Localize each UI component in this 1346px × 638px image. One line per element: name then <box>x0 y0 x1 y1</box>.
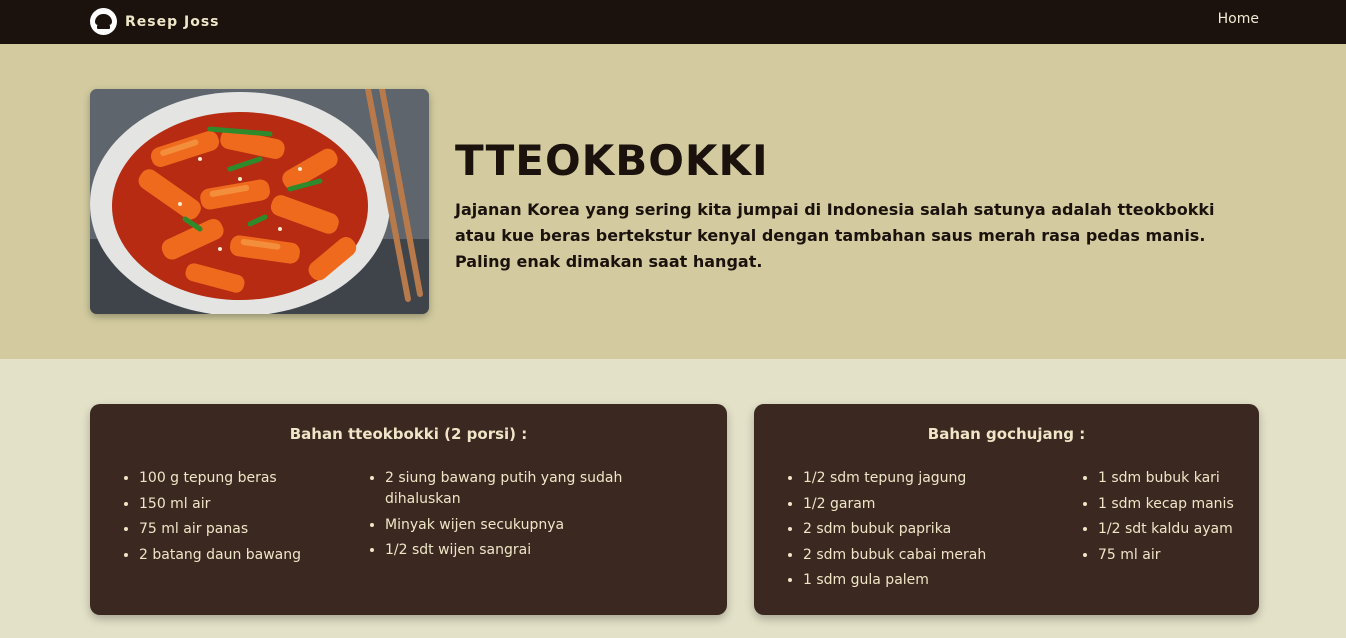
navbar: Resep Joss Home <box>0 0 1346 44</box>
card-title: Bahan gochujang : <box>927 425 1086 443</box>
ingredients-card-gochujang: Bahan gochujang : 1/2 sdm tepung jagung … <box>754 404 1259 615</box>
list-item: 2 sdm bubuk cabai merah <box>803 545 1073 566</box>
list-item: 1/2 sdt wijen sangrai <box>385 540 685 561</box>
list-item: 1 sdm kecap manis <box>1098 494 1268 515</box>
list-item: 1 sdm bubuk kari <box>1098 468 1268 489</box>
list-item: 2 sdm bubuk paprika <box>803 519 1073 540</box>
ingredient-list: 2 siung bawang putih yang sudah dihalusk… <box>385 468 685 566</box>
ingredient-list: 1/2 sdm tepung jagung 1/2 garam 2 sdm bu… <box>803 468 1073 596</box>
list-item: 100 g tepung beras <box>139 468 364 489</box>
list-item: 75 ml air panas <box>139 519 364 540</box>
brand-name[interactable]: Resep Joss <box>125 14 220 30</box>
list-item: 2 batang daun bawang <box>139 545 364 566</box>
list-item: 1 sdm gula palem <box>803 570 1073 591</box>
ingredients-card-tteokbokki: Bahan tteokbokki (2 porsi) : 100 g tepun… <box>90 404 727 615</box>
chef-hat-icon <box>90 8 117 35</box>
nav-link-home[interactable]: Home <box>1218 11 1259 27</box>
brand[interactable]: Resep Joss <box>90 8 220 35</box>
card-title: Bahan tteokbokki (2 porsi) : <box>289 425 528 443</box>
list-item: 1/2 garam <box>803 494 1073 515</box>
list-item: 2 siung bawang putih yang sudah dihalusk… <box>385 468 685 510</box>
list-item: 1/2 sdt kaldu ayam <box>1098 519 1268 540</box>
hero-section: TTEOKBOKKI Jajanan Korea yang sering kit… <box>0 44 1346 359</box>
tteokbokki-photo <box>90 89 429 314</box>
ingredient-list: 1 sdm bubuk kari 1 sdm kecap manis 1/2 s… <box>1098 468 1268 570</box>
ingredient-list: 100 g tepung beras 150 ml air 75 ml air … <box>139 468 364 570</box>
list-item: 75 ml air <box>1098 545 1268 566</box>
list-item: 1/2 sdm tepung jagung <box>803 468 1073 489</box>
page-title: TTEOKBOKKI <box>455 136 769 185</box>
list-item: 150 ml air <box>139 494 364 515</box>
recipe-description: Jajanan Korea yang sering kita jumpai di… <box>455 200 1215 271</box>
list-item: Minyak wijen secukupnya <box>385 515 685 536</box>
